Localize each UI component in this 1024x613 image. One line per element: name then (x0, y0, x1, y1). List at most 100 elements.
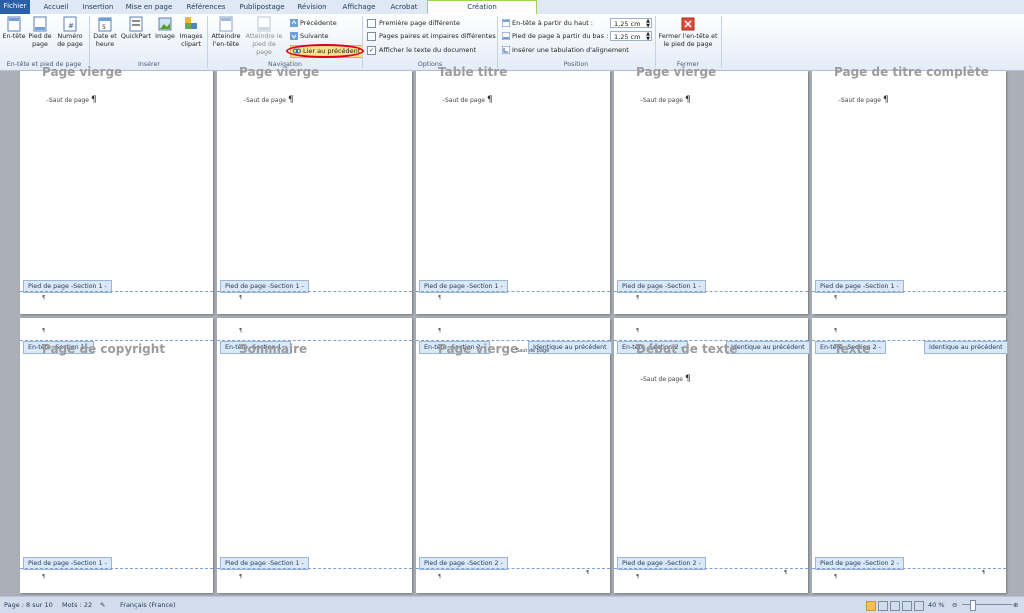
page-number-button[interactable]: # Numéro de page (54, 16, 86, 49)
paragraph-mark-icon: ¶ (438, 328, 442, 334)
first-page-different-checkbox[interactable]: Première page différente (367, 18, 460, 29)
next-button[interactable]: Suivante (290, 31, 329, 42)
show-document-text-label: Afficher le texte du document (379, 46, 477, 54)
pilcrow-icon: ¶ (684, 374, 691, 384)
footer-boundary-line (614, 568, 808, 569)
paragraph-mark-icon: ¶ (982, 570, 986, 576)
footer-boundary-line (20, 568, 213, 569)
page-title: Page vierge (636, 65, 717, 79)
full-screen-view-icon[interactable] (878, 601, 888, 611)
clipart-icon (185, 17, 197, 29)
quickpart-button[interactable]: QuickPart (120, 16, 152, 41)
insert-alignment-tab-button[interactable]: Insérer une tabulation d'alignement (502, 45, 629, 56)
tab-revision[interactable]: Révision (294, 1, 330, 14)
page-thumbnail[interactable]: Table titre –Saut de page ¶ Pied de page … (416, 65, 610, 314)
group-label-position: Position (563, 61, 589, 68)
calendar-icon: 5 (98, 17, 112, 32)
date-time-button[interactable]: 5 Date et heure (92, 16, 118, 49)
header-icon (7, 16, 21, 32)
footer-boundary-line (217, 291, 412, 292)
page-thumbnail[interactable]: ¶ En-tête -Section 1 - Sommaire Pied de … (217, 318, 412, 593)
tab-accueil[interactable]: Accueil (38, 1, 74, 14)
page-break-label: Saut de page (516, 348, 550, 354)
paragraph-mark-icon: ¶ (42, 328, 46, 334)
page-thumbnail[interactable]: ¶ En-tête -Section 2 - Identique au préc… (416, 318, 612, 593)
close-header-footer-button[interactable]: Fermer l'en-tête et le pied de page (658, 16, 718, 49)
pilcrow-icon: ¶ (882, 95, 889, 105)
page-title: Début de texte (636, 342, 738, 356)
red-highlight-ellipse (286, 44, 364, 58)
goto-header-icon (219, 16, 233, 32)
footer-bottom-spinner[interactable]: 1,25 cm ▲ ▼ (610, 31, 652, 42)
tab-affichage[interactable]: Affichage (338, 1, 380, 14)
page-break-marker: –Saut de page ¶ (640, 95, 691, 105)
page-thumbnail[interactable]: ¶ En-tête -Section 1 - Page de copyright… (20, 318, 213, 593)
footer-boundary-line (217, 568, 412, 569)
date-time-label: Date et heure (93, 33, 117, 48)
page-break-label: Saut de page (445, 97, 485, 104)
paragraph-mark-icon: ¶ (438, 295, 442, 301)
zoom-slider-handle[interactable] (970, 600, 976, 611)
footer-boundary-line (416, 291, 610, 292)
zoom-level[interactable]: 40 % (928, 597, 945, 613)
zoom-out-icon[interactable]: ⊖ (952, 597, 957, 613)
page-thumbnail[interactable]: Page de titre complète –Saut de page ¶ Pi… (812, 65, 1006, 314)
tab-fichier[interactable]: Fichier (0, 0, 30, 14)
header-button-label: En-tête (2, 33, 26, 40)
page-thumbnail[interactable]: Page vierge –Saut de page ¶ Pied de page … (20, 65, 213, 314)
page-break-marker: –Saut de page ¶ (243, 95, 294, 105)
language[interactable]: Français (France) (120, 597, 176, 613)
clipart-label: Images clipart (179, 33, 203, 48)
tab-creation[interactable]: Création (427, 0, 537, 15)
page-thumbnail[interactable]: Page vierge –Saut de page ¶ Pied de page … (217, 65, 412, 314)
odd-even-different-label: Pages paires et impaires différentes (379, 32, 496, 40)
previous-button[interactable]: Précédente (290, 18, 337, 29)
pilcrow-icon: ¶ (90, 95, 97, 105)
tab-publipostage[interactable]: Publipostage (236, 1, 288, 14)
previous-icon (290, 19, 298, 27)
paragraph-mark-icon: ¶ (438, 574, 442, 580)
spinner-arrows-icon[interactable]: ▲ ▼ (646, 32, 650, 42)
tab-insertion[interactable]: Insertion (78, 1, 118, 14)
print-layout-view-icon[interactable] (866, 601, 876, 611)
group-separator (721, 16, 722, 68)
footer-bottom-value: 1,25 cm (614, 33, 641, 41)
goto-footer-button[interactable]: Atteindre le pied de page (244, 16, 284, 57)
clipart-button[interactable]: Images clipart (178, 16, 204, 49)
word-count[interactable]: Mots : 22 (62, 597, 92, 613)
header-top-spinner[interactable]: 1,25 cm ▲ ▼ (610, 18, 652, 29)
header-top-label: En-tête à partir du haut : (512, 19, 593, 27)
web-layout-view-icon[interactable] (890, 601, 900, 611)
show-document-text-checkbox[interactable]: ✓ Afficher le texte du document (367, 45, 476, 56)
proofing-icon[interactable]: ✎ (100, 597, 105, 613)
page-break-marker: –Saut de page ¶ (46, 95, 97, 105)
header-top-icon (502, 19, 510, 27)
draft-view-icon[interactable] (914, 601, 924, 611)
page-thumbnail[interactable]: ¶ En-tête -Section 2 - Identique au préc… (614, 318, 810, 593)
page-break-label: Saut de page (49, 97, 89, 104)
paragraph-mark-icon: ¶ (239, 328, 243, 334)
page-number-button-label: Numéro de page (57, 33, 83, 48)
page-thumbnail[interactable]: Page vierge –Saut de page ¶ Pied de page … (614, 65, 808, 314)
tab-mise-en-page[interactable]: Mise en page (124, 1, 174, 14)
page-count[interactable]: Page : 8 sur 10 (4, 597, 53, 613)
odd-even-different-checkbox[interactable]: Pages paires et impaires différentes (367, 31, 496, 42)
paragraph-mark-icon: ¶ (586, 570, 590, 576)
footer-button[interactable]: Pied de page (27, 16, 53, 49)
outline-view-icon[interactable] (902, 601, 912, 611)
image-button[interactable]: Image (154, 16, 176, 41)
page-thumbnail[interactable]: ¶ En-tête -Section 2 - Identique au préc… (812, 318, 1008, 593)
header-top-label-row: En-tête à partir du haut : (502, 18, 593, 29)
goto-header-button[interactable]: Atteindre l'en-tête (210, 16, 242, 49)
ribbon: En-tête Pied de page # Numéro de page En… (0, 14, 1024, 71)
header-button[interactable]: En-tête (2, 16, 26, 41)
tab-references[interactable]: Références (182, 1, 230, 14)
quickpart-label: QuickPart (120, 33, 152, 40)
zoom-in-icon[interactable]: ⊕ (1013, 597, 1018, 613)
page-title: Page vierge (239, 65, 320, 79)
goto-header-label: Atteindre l'en-tête (211, 33, 241, 48)
same-as-previous-tag: Identique au précédent (726, 341, 810, 354)
footer-bottom-label-row: Pied de page à partir du bas : (502, 31, 608, 42)
tab-acrobat[interactable]: Acrobat (386, 1, 422, 14)
spinner-arrows-icon[interactable]: ▲ ▼ (646, 19, 650, 29)
